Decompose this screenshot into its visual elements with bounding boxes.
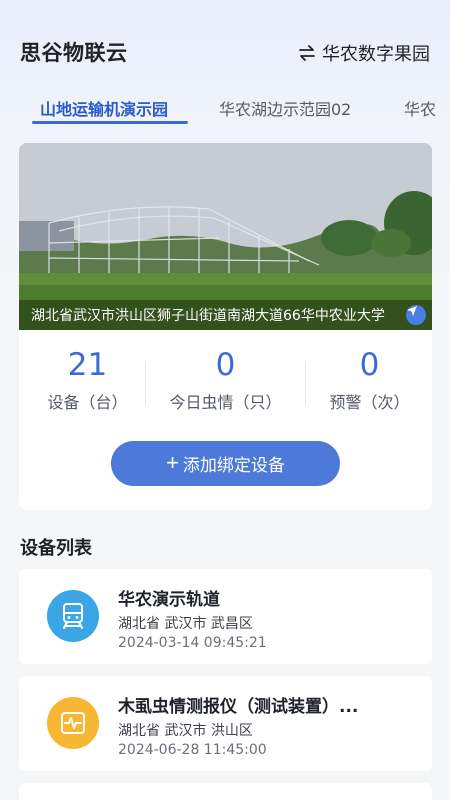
device-name: 木虱虫情测报仪（测试装置）... <box>118 697 359 717</box>
app-header: 思谷物联云 华农数字果园 <box>0 0 450 90</box>
stat-divider <box>145 361 146 405</box>
tab-huanong[interactable]: 华农 <box>404 96 436 120</box>
stat-warnings[interactable]: 0 预警（次） <box>301 343 432 413</box>
add-bind-device-button[interactable]: + 添加绑定设备 <box>111 441 340 486</box>
tab-lakeside-demo[interactable]: 华农湖边示范园02 <box>219 96 351 120</box>
stat-value: 0 <box>359 347 380 383</box>
device-list-item[interactable]: 华农演示轨道 湖北省 武汉市 武昌区 2024-03-14 09:45:21 <box>19 569 432 664</box>
device-list-item[interactable]: 木虱虫情测报仪（测试装置）... 湖北省 武汉市 洪山区 2024-06-28 … <box>19 676 432 771</box>
app-title: 思谷物联云 <box>20 41 128 65</box>
address-bar: 湖北省武汉市洪山区狮子山街道南湖大道66华中农业大学 <box>19 300 432 330</box>
tab-mountain-transport[interactable]: 山地运输机演示园 <box>40 96 168 120</box>
farm-photo: 湖北省武汉市洪山区狮子山街道南湖大道66华中农业大学 <box>19 143 432 330</box>
stat-pests-today[interactable]: 0 今日虫情（只） <box>157 343 294 413</box>
stat-value: 0 <box>215 347 236 383</box>
add-button-label: 添加绑定设备 <box>182 456 285 475</box>
device-list-item[interactable] <box>19 783 432 800</box>
active-tab-indicator <box>32 121 188 124</box>
farm-card: 湖北省武汉市洪山区狮子山街道南湖大道66华中农业大学 21 设备（台） 0 今日… <box>19 143 432 510</box>
plus-icon: + <box>166 449 179 475</box>
stat-value: 21 <box>67 347 108 383</box>
stat-label: 预警（次） <box>329 393 410 412</box>
farm-tabs: 山地运输机演示园 华农湖边示范园02 华农 <box>0 90 450 130</box>
farm-switch-button[interactable]: 华农数字果园 <box>298 40 430 66</box>
pulse-monitor-icon <box>47 697 99 749</box>
device-time: 2024-06-28 11:45:00 <box>118 742 267 758</box>
farm-switch-label: 华农数字果园 <box>322 44 430 65</box>
navigation-arrow-icon[interactable] <box>406 305 426 325</box>
stat-label: 今日虫情（只） <box>169 393 282 412</box>
device-list-title: 设备列表 <box>20 538 92 559</box>
farm-stats: 21 设备（台） 0 今日虫情（只） 0 预警（次） <box>19 343 432 428</box>
device-time: 2024-03-14 09:45:21 <box>118 635 267 651</box>
stat-devices[interactable]: 21 设备（台） <box>19 343 156 413</box>
rail-train-icon <box>47 590 99 642</box>
farm-address: 湖北省武汉市洪山区狮子山街道南湖大道66华中农业大学 <box>31 308 385 324</box>
stat-label: 设备（台） <box>47 393 128 412</box>
device-region: 湖北省 武汉市 武昌区 <box>118 616 253 632</box>
device-region: 湖北省 武汉市 洪山区 <box>118 723 253 739</box>
device-name: 华农演示轨道 <box>118 590 220 610</box>
swap-arrows-icon <box>298 45 316 61</box>
